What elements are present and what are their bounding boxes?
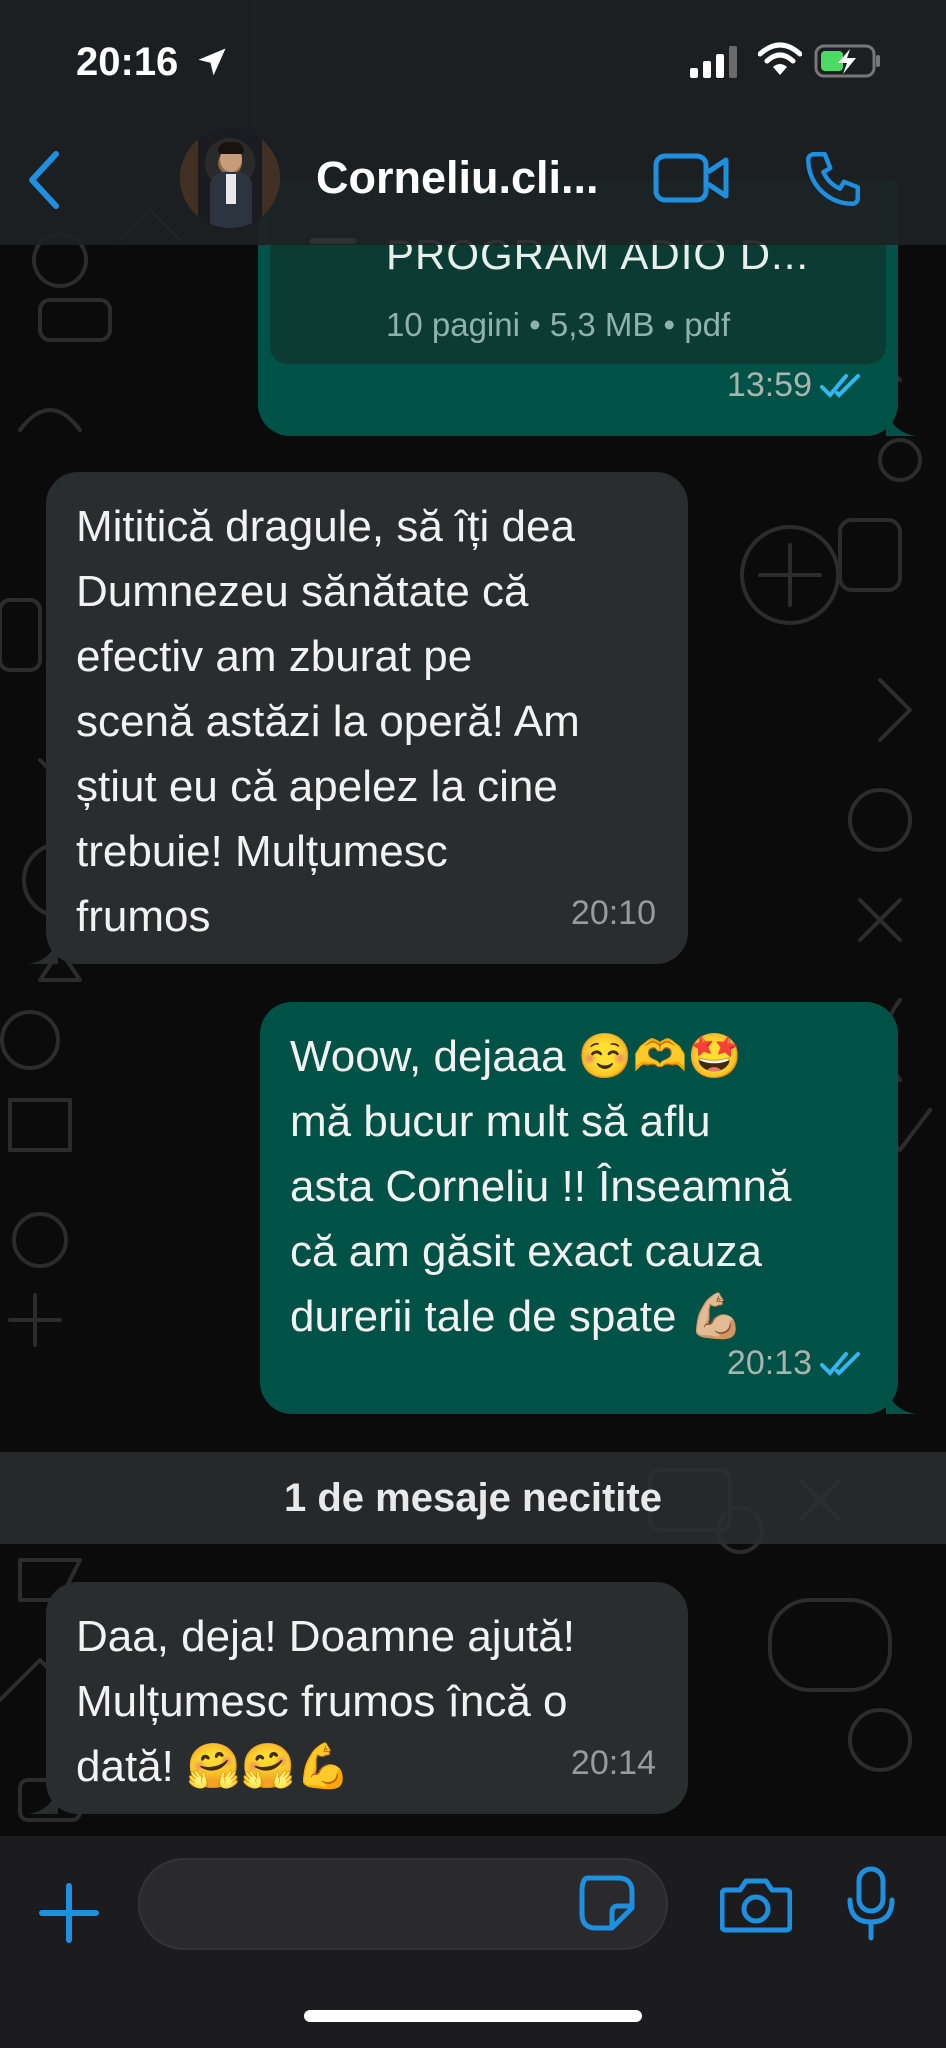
status-time: 20:16: [76, 40, 179, 84]
sticker-icon[interactable]: [578, 1874, 636, 1932]
message-meta: 20:13: [727, 1331, 866, 1396]
read-ticks-icon: [820, 373, 860, 398]
message-meta: 13:59: [727, 353, 866, 418]
incoming-message[interactable]: Daa, deja! Doamne ajută! Mulțumesc frumo…: [28, 1582, 688, 1814]
message-time: 20:10: [570, 894, 656, 932]
bubble-tail: [886, 1384, 916, 1414]
message-time: 20:13: [726, 1344, 812, 1382]
unread-messages-divider: 1 de mesaje necitite: [0, 1452, 946, 1544]
location-arrow-icon: [198, 48, 226, 76]
document-file-info: 10 pagini • 5,3 MB • pdf: [386, 306, 731, 343]
message-meta: 20:14: [571, 1731, 656, 1796]
phone-call-icon[interactable]: [800, 146, 866, 212]
message-time: 20:14: [570, 1744, 656, 1782]
back-chevron-icon[interactable]: [24, 150, 64, 210]
battery-charging-icon: [814, 44, 880, 78]
read-ticks-icon: [820, 1351, 860, 1376]
message-time: 13:59: [726, 366, 812, 404]
outgoing-message[interactable]: Woow, dejaaa ☺️🫶🤩 mă bucur mult să aflu …: [260, 1002, 916, 1414]
camera-icon[interactable]: [720, 1876, 792, 1934]
message-meta: 20:10: [571, 881, 656, 946]
chat-header: 20:16 Corneliu.cli...: [0, 0, 946, 245]
incoming-message[interactable]: Mititică dragule, să îți dea Dumnezeu să…: [28, 472, 688, 964]
contact-name[interactable]: Corneliu.cli...: [316, 152, 599, 204]
message-text: Woow, dejaaa ☺️🫶🤩 mă bucur mult să aflu …: [290, 1032, 792, 1341]
plus-icon[interactable]: [38, 1882, 100, 1944]
contact-avatar[interactable]: [180, 128, 280, 228]
home-indicator[interactable]: [304, 2010, 642, 2022]
bubble-tail: [886, 406, 916, 436]
wifi-icon: [758, 42, 802, 75]
bubble-tail: [28, 1784, 58, 1814]
cellular-signal-icon: [690, 46, 737, 78]
video-call-icon[interactable]: [652, 150, 732, 206]
microphone-icon[interactable]: [846, 1866, 896, 1942]
bubble-tail: [28, 934, 58, 964]
